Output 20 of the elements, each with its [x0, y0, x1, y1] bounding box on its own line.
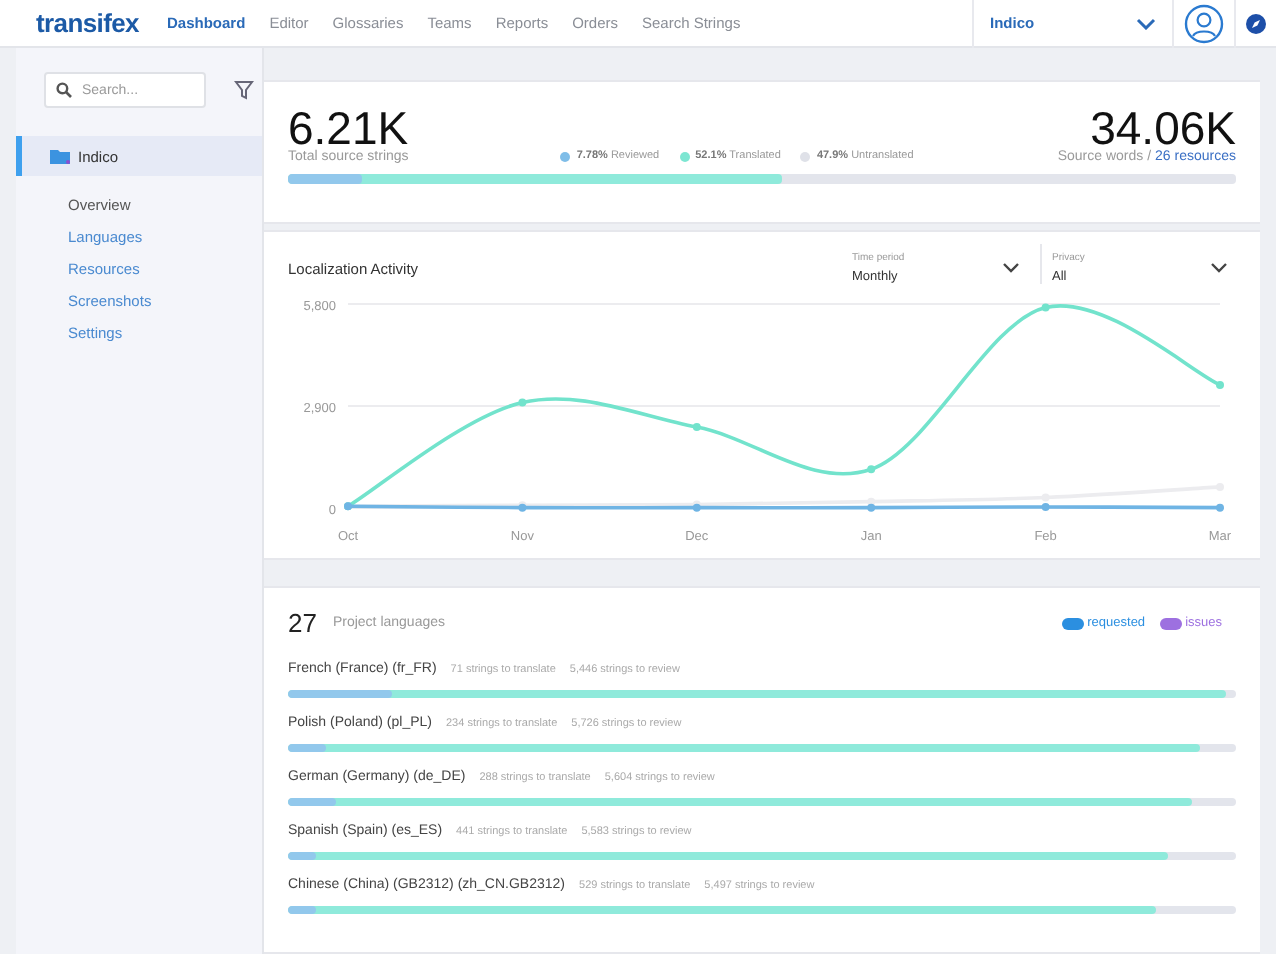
chevron-down-icon [1210, 262, 1228, 274]
point [692, 423, 701, 432]
point [518, 398, 527, 407]
point [1041, 502, 1050, 511]
point [1216, 503, 1224, 512]
source-words-count: 34.06K [1090, 106, 1236, 150]
avatar-icon[interactable] [1184, 3, 1224, 43]
point [1216, 380, 1224, 389]
filter-icon[interactable] [234, 80, 254, 100]
point [1041, 493, 1050, 502]
chevron-down-icon [1136, 17, 1156, 29]
language-count: 27 [288, 608, 317, 638]
point [1041, 303, 1050, 312]
total-strings-count: 6.21K [288, 106, 409, 150]
point [867, 465, 876, 474]
compass-icon[interactable] [1246, 13, 1266, 33]
point [867, 503, 876, 512]
folder-icon [50, 148, 70, 164]
chevron-down-icon [1002, 262, 1020, 274]
logo[interactable]: transifex [36, 8, 139, 38]
